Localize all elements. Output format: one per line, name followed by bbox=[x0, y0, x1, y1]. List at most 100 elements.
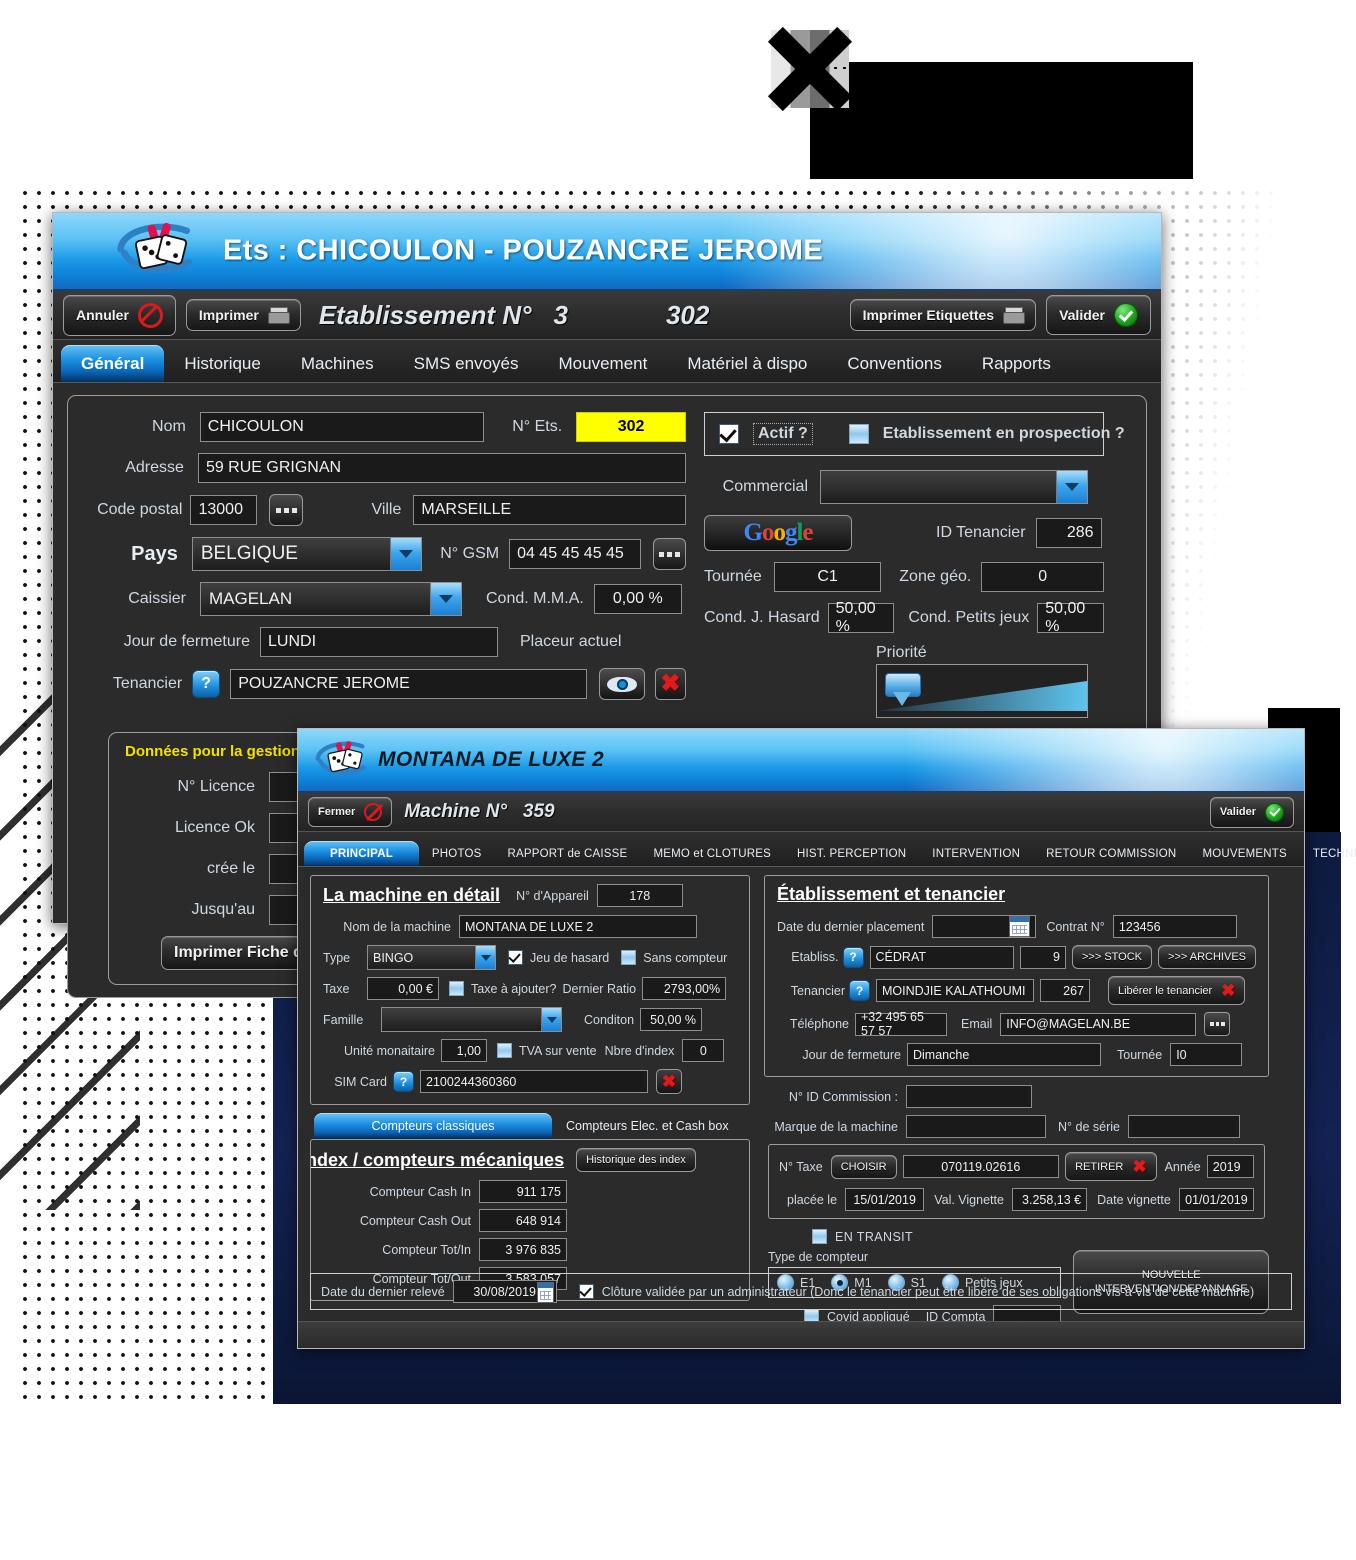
chevron-down-icon[interactable] bbox=[390, 538, 422, 570]
help-icon[interactable]: ? bbox=[192, 670, 221, 698]
marque-input[interactable] bbox=[906, 1115, 1046, 1138]
etabliss-id-input[interactable]: 9 bbox=[1019, 945, 1066, 969]
telephone-input[interactable]: +32 495 65 57 57 bbox=[855, 1010, 947, 1038]
index-history-button[interactable]: Historique des index bbox=[576, 1148, 696, 1172]
nbre-index-input[interactable]: 0 bbox=[682, 1039, 725, 1062]
date-placement-input[interactable] bbox=[932, 915, 1037, 938]
caissier-select[interactable]: MAGELAN bbox=[200, 582, 462, 616]
tab-photos[interactable]: PHOTOS bbox=[419, 841, 495, 866]
stock-button[interactable]: >>> STOCK bbox=[1072, 945, 1153, 969]
annee-input[interactable]: 2019 bbox=[1206, 1155, 1254, 1178]
zone-geo-input[interactable]: 0 bbox=[981, 562, 1104, 592]
prospection-checkbox[interactable] bbox=[848, 424, 869, 444]
commercial-select[interactable] bbox=[820, 470, 1088, 504]
close-machine-button[interactable]: Fermer bbox=[308, 797, 393, 827]
tab-technique[interactable]: TECHNIQUE bbox=[1300, 841, 1356, 866]
tab-machines[interactable]: Machines bbox=[281, 345, 394, 382]
serie-input[interactable] bbox=[1127, 1115, 1240, 1138]
tab-memo-et-clotures[interactable]: MEMO et CLOTURES bbox=[640, 841, 784, 866]
code-postal-lookup-button[interactable] bbox=[268, 494, 304, 526]
counter-input[interactable]: 648 914 bbox=[479, 1209, 567, 1232]
cancel-button[interactable]: Annuler bbox=[63, 294, 176, 336]
fermeture-input[interactable]: LUNDI bbox=[260, 627, 498, 657]
famille-select[interactable] bbox=[381, 1007, 562, 1032]
date-vignette-input[interactable]: 01/01/2019 bbox=[1178, 1188, 1255, 1211]
tab-materiel-a-dispo[interactable]: Matériel à dispo bbox=[667, 345, 827, 382]
tab-historique[interactable]: Historique bbox=[164, 345, 281, 382]
gsm-input[interactable]: 04 45 45 45 45 bbox=[509, 539, 641, 569]
priority-slider[interactable] bbox=[876, 664, 1088, 718]
commission-input[interactable] bbox=[906, 1085, 1032, 1108]
tab-rapports[interactable]: Rapports bbox=[962, 345, 1071, 382]
cond-hasard-input[interactable]: 50,00 % bbox=[827, 600, 895, 635]
choisir-button[interactable]: CHOISIR bbox=[830, 1154, 897, 1179]
tournee-input[interactable]: I0 bbox=[1170, 1043, 1243, 1066]
en-transit-checkbox[interactable] bbox=[812, 1229, 827, 1244]
priority-thumb[interactable] bbox=[885, 673, 921, 707]
contrat-input[interactable]: 123456 bbox=[1112, 915, 1237, 938]
id-tenancier-input[interactable]: 286 bbox=[1035, 518, 1102, 548]
tab-conventions[interactable]: Conventions bbox=[827, 345, 962, 382]
num-taxe-input[interactable]: 070119.02616 bbox=[902, 1155, 1060, 1178]
chevron-down-icon[interactable] bbox=[430, 583, 461, 615]
chevron-down-icon[interactable] bbox=[475, 946, 495, 969]
liberer-tenancier-button[interactable]: Libérer le tenancier ✖ bbox=[1108, 976, 1246, 1005]
val-vignette-input[interactable]: 3.258,13 € bbox=[1011, 1188, 1088, 1211]
remove-tenant-button[interactable]: ✖ bbox=[654, 668, 686, 700]
conditon-input[interactable]: 50,00 % bbox=[640, 1008, 703, 1031]
tab-mouvement[interactable]: Mouvement bbox=[539, 345, 668, 382]
clear-sim-button[interactable]: ✖ bbox=[656, 1069, 682, 1094]
tab-hist-perception[interactable]: HIST. PERCEPTION bbox=[784, 841, 919, 866]
tenancier-input[interactable]: MOINDJIE KALATHOUMI bbox=[876, 979, 1034, 1002]
help-icon[interactable]: ? bbox=[842, 946, 864, 968]
nom-input[interactable]: CHICOULON bbox=[199, 412, 485, 442]
archives-button[interactable]: >>> ARCHIVES bbox=[1158, 945, 1256, 969]
placee-le-input[interactable]: 15/01/2019 bbox=[845, 1188, 925, 1211]
tab-mouvements[interactable]: MOUVEMENTS bbox=[1189, 841, 1299, 866]
date-releve-input[interactable]: 30/08/2019 bbox=[452, 1280, 557, 1303]
appareil-input[interactable]: 178 bbox=[596, 884, 683, 907]
actif-checkbox[interactable] bbox=[719, 424, 739, 444]
google-button[interactable]: Google bbox=[704, 515, 852, 551]
cond-mma-input[interactable]: 0,00 % bbox=[593, 584, 682, 614]
sim-card-input[interactable]: 2100244360360 bbox=[420, 1070, 648, 1093]
gsm-lookup-button[interactable] bbox=[652, 538, 686, 570]
view-tenant-button[interactable] bbox=[599, 668, 645, 700]
chevron-down-icon[interactable] bbox=[541, 1008, 561, 1031]
tenancier-id-input[interactable]: 267 bbox=[1040, 979, 1090, 1002]
calendar-icon[interactable] bbox=[536, 1282, 554, 1303]
email-input[interactable]: INFO@MAGELAN.BE bbox=[1000, 1012, 1197, 1036]
etabliss-input[interactable]: CÉDRAT bbox=[869, 945, 1014, 969]
adresse-input[interactable]: 59 RUE GRIGNAN bbox=[197, 453, 686, 483]
ville-input[interactable]: MARSEILLE bbox=[413, 495, 686, 525]
tab-intervention[interactable]: INTERVENTION bbox=[919, 841, 1033, 866]
tournee-input[interactable]: C1 bbox=[773, 562, 882, 592]
dernier-ratio-input[interactable]: 2793,00% bbox=[642, 977, 727, 1000]
chevron-down-icon[interactable] bbox=[1056, 471, 1087, 503]
tab-principal[interactable]: PRINCIPAL bbox=[304, 841, 419, 866]
tab-sms-envoyes[interactable]: SMS envoyés bbox=[394, 345, 539, 382]
subtab-compteurs-classiques[interactable]: Compteurs classiques bbox=[314, 1113, 552, 1139]
pays-select[interactable]: BELGIQUE bbox=[191, 537, 423, 571]
nom-machine-input[interactable]: MONTANA DE LUXE 2 bbox=[459, 915, 697, 938]
machine-validate-button[interactable]: Valider bbox=[1209, 796, 1294, 828]
calendar-icon[interactable] bbox=[1009, 916, 1031, 937]
retirer-button[interactable]: RETIRER ✖ bbox=[1065, 1152, 1157, 1181]
num-ets-input[interactable]: 302 bbox=[576, 412, 686, 442]
cloture-validee-checkbox[interactable] bbox=[578, 1284, 594, 1299]
help-icon[interactable]: ? bbox=[849, 980, 870, 1001]
tab-retour-commission[interactable]: RETOUR COMMISSION bbox=[1033, 841, 1189, 866]
counter-input[interactable]: 3 976 835 bbox=[479, 1238, 567, 1261]
taxe-input[interactable]: 0,00 € bbox=[367, 977, 439, 1000]
counter-input[interactable]: 911 175 bbox=[479, 1180, 567, 1203]
email-lookup-button[interactable] bbox=[1204, 1012, 1231, 1036]
print-labels-button[interactable]: Imprimer Etiquettes bbox=[849, 299, 1037, 331]
tenancier-input[interactable]: POUZANCRE JEROME bbox=[230, 669, 588, 699]
tva-sur-vente-checkbox[interactable] bbox=[497, 1043, 512, 1058]
jeu-de-hasard-checkbox[interactable] bbox=[508, 950, 523, 965]
taxe-a-ajouter-checkbox[interactable] bbox=[449, 981, 464, 996]
type-select[interactable]: BINGO bbox=[367, 945, 496, 970]
print-button[interactable]: Imprimer bbox=[185, 299, 301, 331]
code-postal-input[interactable]: 13000 bbox=[190, 495, 257, 525]
fermeture-input[interactable]: Dimanche bbox=[907, 1043, 1101, 1066]
